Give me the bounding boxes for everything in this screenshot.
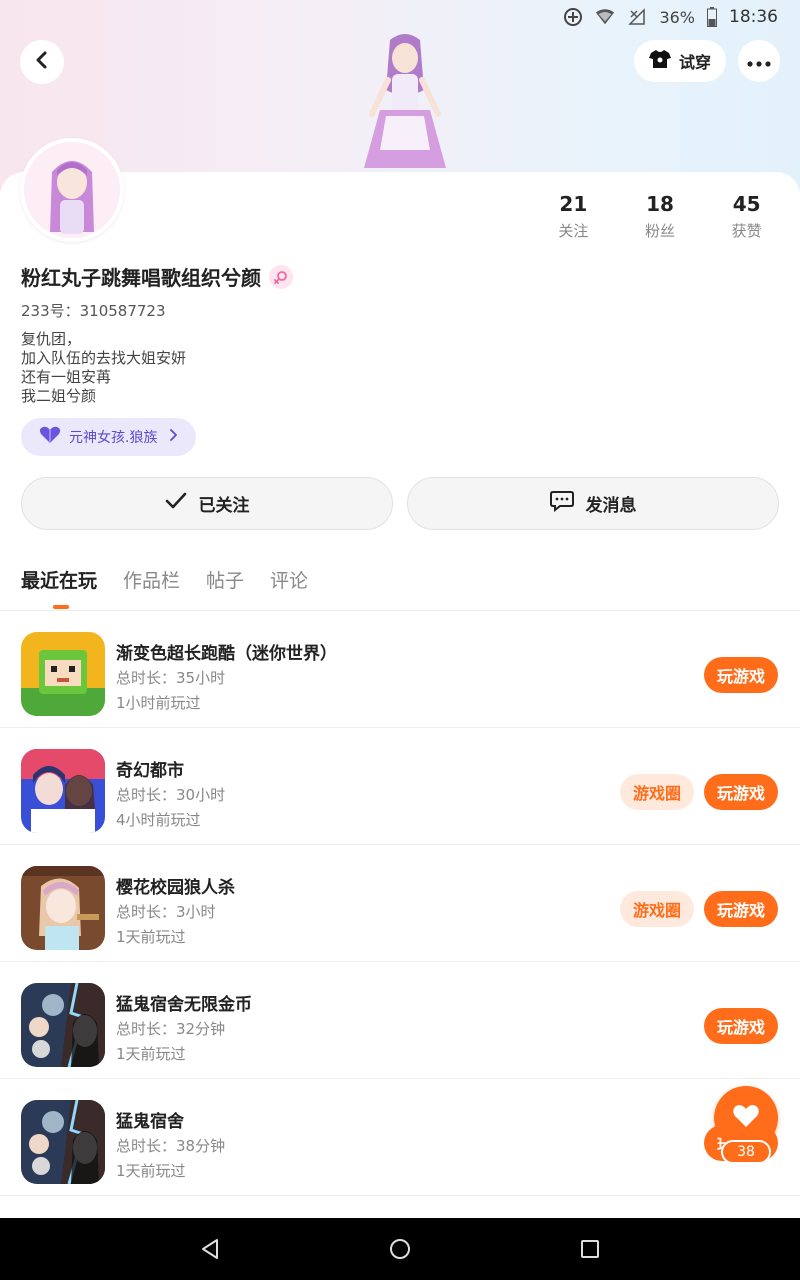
bio-line: 复仇团， [21,330,82,348]
stat-following[interactable]: 21 关注 [530,192,617,241]
play-game-button[interactable]: 玩游戏 [704,891,778,927]
bio: 复仇团， 加入队伍的去找大姐安妍 还有一姐安苒 我二姐兮颜 [21,330,186,406]
bio-line: 加入队伍的去找大姐安妍 [21,349,187,367]
tab-comments[interactable]: 评论 [270,566,308,593]
tab-posts[interactable]: 帖子 [206,566,244,593]
chat-bubble-icon [549,490,574,517]
shirt-icon [648,49,671,73]
heart-icon [732,1104,760,1132]
profile-stats: 21 关注 18 粉丝 45 获赞 [530,192,790,241]
game-circle-button[interactable]: 游戏圈 [620,774,694,810]
send-message-label: 发消息 [585,496,637,516]
clock: 18:36 [729,7,778,27]
stat-likes[interactable]: 45 获赞 [703,192,790,241]
game-row[interactable]: 樱花校园狼人杀 总时长：3小时 1天前玩过 游戏圈 玩游戏 [0,845,800,962]
game-circle-button[interactable]: 游戏圈 [620,891,694,927]
nav-back-icon[interactable] [190,1229,230,1269]
nickname-row: 粉红丸子跳舞唱歌组织兮颜 [21,262,293,291]
ghost-dorm-icon [21,983,105,1067]
game-duration: 总时长：35小时 [116,669,226,687]
chevron-right-icon [169,429,178,445]
group-tag-label: 元神女孩.狼族 [69,430,158,446]
game-last-played: 1天前玩过 [116,1162,186,1180]
try-on-button[interactable]: 试穿 [634,40,726,82]
game-row[interactable]: 猛鬼宿舍无限金币 总时长：32分钟 1天前玩过 玩游戏 [0,962,800,1079]
group-tag-chip[interactable]: 元神女孩.狼族 [21,418,196,456]
chevron-left-icon [33,51,51,73]
game-title: 猛鬼宿舍 [116,1112,184,1132]
fantasy-city-icon [21,749,105,833]
more-options-button[interactable] [738,40,780,82]
sync-icon [563,7,583,27]
avatar-3d-figure [350,30,460,175]
nav-home-icon[interactable] [380,1229,420,1269]
battery-percent: 36% [659,7,695,27]
game-last-played: 1小时前玩过 [116,694,201,712]
followers-count: 18 [646,192,674,216]
game-title: 奇幻都市 [116,761,184,781]
likes-count: 45 [732,192,761,216]
tab-works[interactable]: 作品栏 [123,566,180,593]
play-game-button[interactable]: 玩游戏 [704,1008,778,1044]
game-row[interactable]: 奇幻都市 总时长：30小时 4小时前玩过 游戏圈 玩游戏 [0,728,800,845]
battery-icon [707,7,717,27]
game-last-played: 1天前玩过 [116,1045,186,1063]
stat-followers[interactable]: 18 粉丝 [617,192,704,241]
game-last-played: 4小时前玩过 [116,811,201,829]
status-bar: 36% 18:36 [0,0,800,34]
send-message-button[interactable]: 发消息 [407,477,779,530]
followed-label: 已关注 [198,496,250,516]
tab-recently-played[interactable]: 最近在玩 [21,566,97,593]
game-duration: 总时长：3小时 [116,903,216,921]
user-id: 233号：310587723 [21,302,166,320]
recent-games-list: 渐变色超长跑酷（迷你世界） 总时长：35小时 1小时前玩过 玩游戏 奇幻都市 总… [0,611,800,1196]
heart-group-icon [39,426,61,448]
back-button[interactable] [20,40,64,84]
avatar[interactable] [20,138,124,242]
try-on-label: 试穿 [678,53,711,72]
game-last-played: 1天前玩过 [116,928,186,946]
check-icon [165,492,187,515]
nav-recents-icon[interactable] [570,1229,610,1269]
game-title: 渐变色超长跑酷（迷你世界） [116,644,337,664]
likes-label: 获赞 [731,222,762,240]
wifi-icon [595,7,615,27]
game-row[interactable]: 猛鬼宿舍 总时长：38分钟 1天前玩过 玩游戏 [0,1079,800,1196]
female-icon [269,264,293,289]
like-count-badge: 38 [721,1140,771,1164]
nickname: 粉红丸子跳舞唱歌组织兮颜 [21,266,261,290]
game-duration: 总时长：30小时 [116,786,226,804]
game-row[interactable]: 渐变色超长跑酷（迷你世界） 总时长：35小时 1小时前玩过 玩游戏 [0,611,800,728]
followers-label: 粉丝 [645,222,676,240]
following-label: 关注 [558,222,589,240]
game-duration: 总时长：38分钟 [116,1137,226,1155]
bio-line: 我二姐兮颜 [21,387,97,405]
sakura-school-icon [21,866,105,950]
mini-world-icon [21,632,105,716]
following-count: 21 [559,192,588,216]
active-tab-indicator [53,605,69,609]
ghost-dorm-icon [21,1100,105,1184]
game-title: 樱花校园狼人杀 [116,878,235,898]
game-title: 猛鬼宿舍无限金币 [116,995,252,1015]
followed-button[interactable]: 已关注 [21,477,393,530]
system-nav-bar [0,1218,800,1280]
play-game-button[interactable]: 玩游戏 [704,774,778,810]
profile-tabs: 最近在玩 作品栏 帖子 评论 [21,566,308,593]
game-duration: 总时长：32分钟 [116,1020,226,1038]
play-game-button[interactable]: 玩游戏 [704,657,778,693]
more-dots-icon [747,52,771,71]
no-signal-icon [627,7,647,27]
bio-line: 还有一姐安苒 [21,368,112,386]
